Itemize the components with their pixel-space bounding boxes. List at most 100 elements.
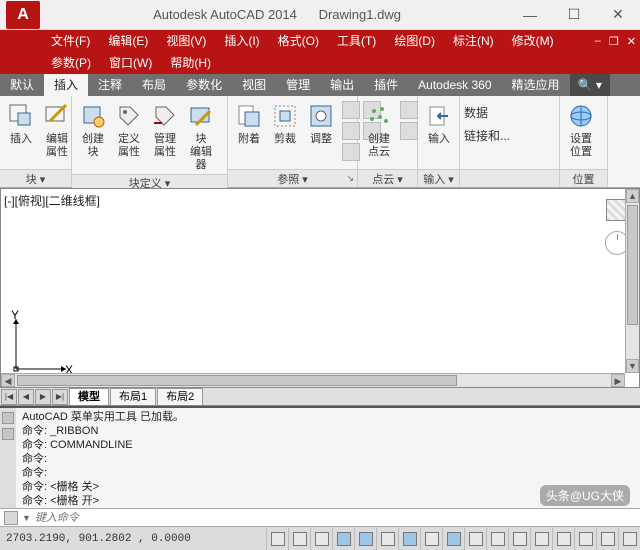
btn-adjust[interactable]: 调整 [304,99,338,148]
tab-default[interactable]: 默认 [0,74,44,96]
menu-format[interactable]: 格式(O) [269,30,328,52]
ortho-toggle[interactable] [310,528,332,550]
btn-insert-block[interactable]: 插入 [4,99,38,148]
btn-block-editor[interactable]: 块编辑器 [184,99,218,174]
btn-import[interactable]: 输入 [422,99,456,148]
tab-parametric[interactable]: 参数化 [176,74,232,96]
tab-layout2[interactable]: 布局2 [157,388,203,405]
otrack-toggle[interactable] [398,528,420,550]
tab-model[interactable]: 模型 [69,388,109,405]
menu-window[interactable]: 窗口(W) [100,52,161,74]
grid-toggle[interactable] [288,528,310,550]
mdi-restore-icon[interactable]: ❐ [605,35,623,48]
pc-sm-1[interactable] [400,101,418,119]
scroll-left-icon[interactable]: ◀ [1,374,15,387]
mdi-min-icon[interactable]: – [591,35,605,48]
scrollbar-vertical[interactable]: ▲▼ [625,189,639,373]
menu-param[interactable]: 参数(P) [42,52,100,74]
menu-view[interactable]: 视图(V) [157,30,215,52]
menu-insert[interactable]: 插入(I) [215,30,268,52]
menu-dim[interactable]: 标注(N) [444,30,503,52]
scroll-thumb-h[interactable] [17,375,457,386]
tpy-toggle[interactable] [486,528,508,550]
cmd-options-icon[interactable] [2,428,14,440]
qp-toggle[interactable] [508,528,530,550]
snap-toggle[interactable] [266,528,288,550]
mdi-close-icon[interactable]: ✕ [623,35,640,48]
lwt-toggle[interactable] [464,528,486,550]
tab-next-icon[interactable]: ▶ [35,389,51,405]
sc-toggle[interactable] [530,528,552,550]
tab-layout1[interactable]: 布局1 [110,388,156,405]
app-logo[interactable] [6,1,40,29]
panel-ref-footer[interactable]: 参照 ▾↘ [228,169,357,187]
tab-last-icon[interactable]: ▶| [52,389,68,405]
ann-toggle[interactable] [574,528,596,550]
maximize-button[interactable]: ☐ [552,0,596,30]
dialog-launcher-icon[interactable]: ↘ [346,173,354,184]
menu-help[interactable]: 帮助(H) [161,52,220,74]
btn-manage-attr[interactable]: 管理属性 [148,99,182,161]
tab-insert[interactable]: 插入 [44,74,88,96]
misc-toggle[interactable] [618,528,640,550]
menu-draw[interactable]: 绘图(D) [385,30,444,52]
tab-view[interactable]: 视图 [232,74,276,96]
btn-clip[interactable]: 剪裁 [268,99,302,148]
minimize-button[interactable]: — [508,0,552,30]
tab-first-icon[interactable]: |◀ [1,389,17,405]
panel-block-insert: 插入 编辑属性 块 ▾ [0,96,72,187]
btn-edit-attr[interactable]: 编辑属性 [40,99,74,161]
polar-toggle[interactable] [332,528,354,550]
model-toggle[interactable] [552,528,574,550]
cmd-recent-icon[interactable]: ▼ [22,513,31,523]
tab-a360[interactable]: Autodesk 360 [408,74,501,96]
pc-sm-2[interactable] [400,122,418,140]
globe-icon [566,101,596,131]
command-input-row: ▼ [0,508,640,526]
scroll-down-icon[interactable]: ▼ [626,359,639,373]
tab-manage[interactable]: 管理 [276,74,320,96]
menu-modify[interactable]: 修改(M) [503,30,563,52]
tab-annotate[interactable]: 注释 [88,74,132,96]
3dosnap-toggle[interactable] [376,528,398,550]
tab-output[interactable]: 输出 [320,74,364,96]
panel-import-footer[interactable]: 输入 ▾ [418,169,459,187]
panel-loc-footer: 位置 [560,169,607,187]
btn-set-location[interactable]: 设置位置 [564,99,598,161]
manage-attr-icon [150,101,180,131]
menu-file[interactable]: 文件(F) [42,30,99,52]
scroll-thumb-v[interactable] [627,205,638,325]
ducs-toggle[interactable] [420,528,442,550]
close-button[interactable]: ✕ [596,0,640,30]
cmd-history-line: 命令: COMMANDLINE [22,438,636,452]
panel-block-footer[interactable]: 块 ▾ [0,169,71,187]
btn-links[interactable]: 链接和... [464,127,510,144]
btn-define-attr[interactable]: 定义属性 [112,99,146,161]
tab-search[interactable]: 🔍 ▾ [570,74,610,96]
osnap-toggle[interactable] [354,528,376,550]
cmd-close-icon[interactable] [2,412,14,424]
menu-edit[interactable]: 编辑(E) [99,30,157,52]
btn-create-block[interactable]: 创建块 [76,99,110,161]
ws-toggle[interactable] [596,528,618,550]
viewport-label[interactable]: [-][俯视][二维线框] [4,192,100,209]
ribbon: 插入 编辑属性 块 ▾ 创建块 定义属性 管理属性 块编辑器 块定义 ▾ 附着 … [0,96,640,188]
cmd-prompt-icon[interactable] [4,511,18,525]
scrollbar-horizontal[interactable]: ◀▶ [1,373,625,387]
command-input[interactable] [35,512,636,524]
btn-create-pointcloud[interactable]: 创建点云 [362,99,396,161]
tab-prev-icon[interactable]: ◀ [18,389,34,405]
tab-featured[interactable]: 精选应用 [502,74,570,96]
btn-data[interactable]: 数据 [464,104,488,121]
cursor-coordinates[interactable]: 2703.2190, 901.2802 , 0.0000 [0,533,197,545]
scroll-right-icon[interactable]: ▶ [611,374,625,387]
command-window: AutoCAD 菜单实用工具 已加载。命令: _RIBBON命令: COMMAN… [0,406,640,526]
menu-tools[interactable]: 工具(T) [328,30,385,52]
dyn-toggle[interactable] [442,528,464,550]
btn-attach[interactable]: 附着 [232,99,266,148]
tab-layout[interactable]: 布局 [132,74,176,96]
scroll-up-icon[interactable]: ▲ [626,189,639,203]
panel-pc-footer[interactable]: 点云 ▾ [358,169,417,187]
tab-plugins[interactable]: 插件 [364,74,408,96]
drawing-viewport[interactable]: [-][俯视][二维线框] X Y ▲▼ ◀▶ [0,188,640,388]
